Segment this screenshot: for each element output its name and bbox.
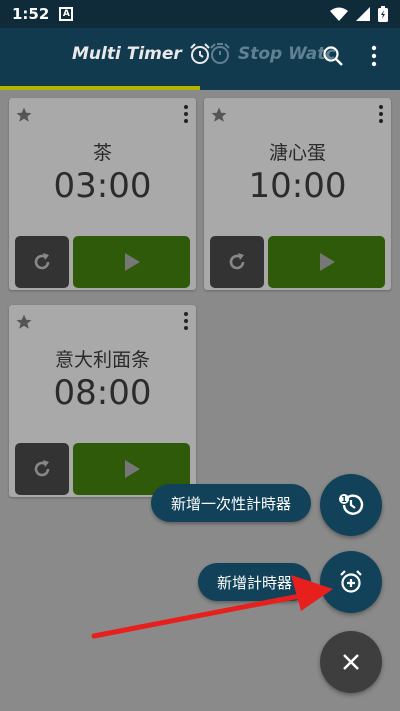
notification-icon: A [59,7,74,21]
reset-button[interactable] [15,236,69,288]
add-one-time-timer-label[interactable]: 新增一次性計時器 [151,484,311,522]
play-icon [319,253,335,271]
more-vert-icon[interactable] [377,104,385,124]
more-vert-icon[interactable] [370,44,378,68]
close-fab-button[interactable] [320,631,382,693]
wifi-icon [330,7,348,21]
star-icon[interactable] [210,106,228,124]
tab-multi-timer[interactable]: Multi Timer [72,42,212,66]
tab-stop-watch-label: Stop Watc [238,44,336,64]
add-one-time-timer-button[interactable]: 1 [320,474,382,536]
add-timer-label[interactable]: 新增計時器 [198,563,311,601]
battery-icon [378,6,388,22]
timer-name: 茶 [92,142,112,164]
close-icon [343,654,359,670]
reset-icon [34,460,50,477]
timer-card[interactable]: 茶 03:00 [9,98,196,290]
stopwatch-icon [210,43,230,64]
timer-name: 意大利面条 [54,349,150,371]
search-icon[interactable] [322,45,344,67]
play-icon [124,253,140,271]
status-time: 1:52 [12,5,50,23]
status-bar: 1:52 A [0,0,400,28]
timer-time: 10:00 [248,166,347,206]
signal-icon [356,7,370,21]
reset-icon [229,253,245,270]
add-alarm-icon [340,570,362,593]
tab-stop-watch[interactable]: Stop Watc [208,42,335,66]
timer-time: 03:00 [53,166,152,206]
play-icon [124,460,140,478]
star-icon[interactable] [15,106,33,124]
more-vert-icon[interactable] [182,311,190,331]
history-timer-icon: 1 [339,494,364,515]
reset-icon [34,253,50,270]
timer-time: 08:00 [53,373,152,413]
star-icon[interactable] [15,313,33,331]
play-button[interactable] [268,236,385,288]
status-icons [330,6,388,22]
timer-card[interactable]: 意大利面条 08:00 [9,305,196,497]
tab-multi-timer-label: Multi Timer [72,44,182,64]
more-vert-icon[interactable] [182,104,190,124]
reset-button[interactable] [15,443,69,495]
tab-indicator [0,86,200,90]
svg-text:1: 1 [341,495,347,504]
play-button[interactable] [73,236,190,288]
reset-button[interactable] [210,236,264,288]
timer-card[interactable]: 溏心蛋 10:00 [204,98,391,290]
add-timer-button[interactable] [320,551,382,613]
app-bar: Multi Timer Stop Watc [0,28,400,90]
timer-name: 溏心蛋 [268,142,326,164]
